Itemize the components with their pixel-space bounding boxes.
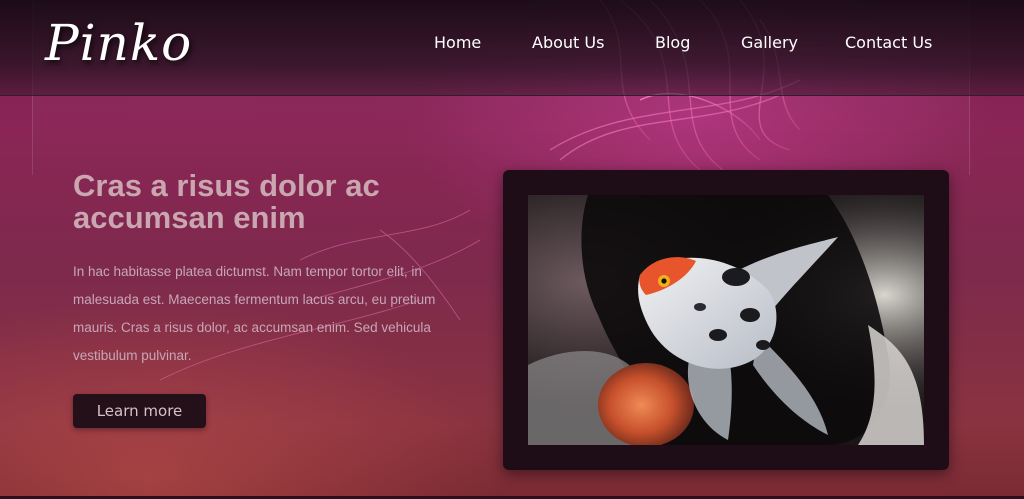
nav-item-contact-us[interactable]: Contact Us xyxy=(845,33,932,52)
image-frame xyxy=(503,170,949,470)
hero-headline: Cras a risus dolor ac accumsan enim xyxy=(73,168,380,235)
learn-more-button[interactable]: Learn more xyxy=(73,394,206,428)
nav-item-blog[interactable]: Blog xyxy=(655,33,690,52)
nav-item-gallery[interactable]: Gallery xyxy=(741,33,798,52)
angelfish-image xyxy=(528,195,924,445)
nav-item-home[interactable]: Home xyxy=(434,33,481,52)
page: Pinko Home About Us Blog Gallery Contact… xyxy=(0,0,1024,499)
nav-item-about-us[interactable]: About Us xyxy=(532,33,604,52)
site-header: Pinko Home About Us Blog Gallery Contact… xyxy=(0,0,1024,96)
main-nav: Home About Us Blog Gallery Contact Us xyxy=(0,33,1024,57)
hero-paragraph: In hac habitasse platea dictumst. Nam te… xyxy=(73,264,436,363)
angelfish-illustration xyxy=(528,195,924,445)
